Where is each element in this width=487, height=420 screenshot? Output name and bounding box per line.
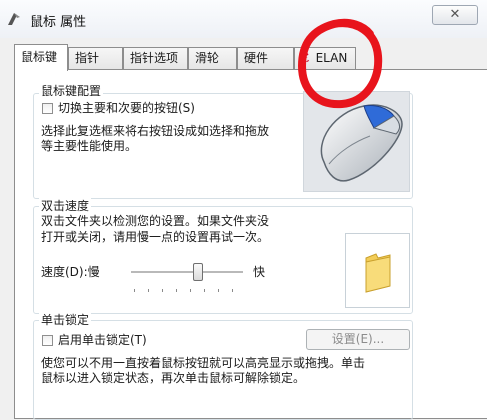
slider-tick xyxy=(148,289,149,292)
slider-tick xyxy=(176,289,177,292)
button-config-title: 鼠标键配置 xyxy=(39,82,104,99)
tab-label: 硬件 xyxy=(244,51,269,65)
click-lock-checkbox[interactable] xyxy=(42,335,53,346)
tab-pointer-options[interactable]: 指针选项 xyxy=(123,47,188,69)
tab-label: ELAN xyxy=(315,51,348,65)
folder-icon[interactable] xyxy=(346,234,409,307)
double-click-title: 双击速度 xyxy=(39,197,92,214)
speed-slider-track[interactable] xyxy=(131,271,243,274)
slider-tick xyxy=(162,289,163,292)
click-lock-settings-button[interactable]: 设置(E)... xyxy=(306,329,410,350)
settings-button-label: 设置(E)... xyxy=(331,332,385,346)
slider-tick xyxy=(218,289,219,292)
double-click-description-2: 打开或关闭，请用慢一点的设置再试一次。 xyxy=(41,230,270,244)
slider-tick xyxy=(134,289,135,292)
tab-wheel[interactable]: 滑轮 xyxy=(188,47,237,69)
tab-hardware[interactable]: 硬件 xyxy=(237,47,294,69)
click-lock-label[interactable]: 启用单击锁定(T) xyxy=(58,333,147,348)
click-lock-title: 单击锁定 xyxy=(39,311,92,328)
double-click-description-1: 双击文件夹以检测您的设置。如果文件夹没 xyxy=(41,214,270,228)
title-bar: 鼠标 属性 ✕ xyxy=(0,0,487,38)
slider-tick xyxy=(204,289,205,292)
button-config-description-1: 选择此复选框来将右按钮设成如选择和拖放 xyxy=(41,124,270,138)
test-folder-area[interactable] xyxy=(345,233,410,308)
switch-buttons-label[interactable]: 切换主要和次要的按钮(S) xyxy=(58,101,195,116)
fast-label: 快 xyxy=(253,265,266,279)
click-lock-description-1: 使您可以不用一直按着鼠标按钮就可以高亮显示或拖拽。单击 xyxy=(41,356,366,370)
tab-label: 鼠标键 xyxy=(21,50,58,64)
mouse-pointer-icon xyxy=(8,13,20,25)
elan-logo-icon: ℰ xyxy=(301,51,310,65)
tab-label: 滑轮 xyxy=(195,51,220,65)
tab-strip: 鼠标键 指针 指针选项 滑轮 硬件 ℰ ELAN xyxy=(0,44,487,71)
tab-label: 指针 xyxy=(75,51,100,65)
mouse-icon xyxy=(320,104,403,182)
speed-slider-thumb[interactable] xyxy=(193,263,203,281)
button-config-description-2: 等主要性能使用。 xyxy=(41,139,138,153)
click-lock-description-2: 鼠标以进入锁定状态，再次单击鼠标可解除锁定。 xyxy=(41,371,306,385)
mouse-image xyxy=(303,91,410,192)
close-icon: ✕ xyxy=(449,7,461,22)
tab-label: 指针选项 xyxy=(130,51,179,65)
speed-label: 速度(D):慢 xyxy=(41,265,100,279)
slider-tick xyxy=(232,289,233,292)
slider-tick xyxy=(190,289,191,292)
close-button[interactable]: ✕ xyxy=(432,5,478,25)
window-title: 鼠标 属性 xyxy=(30,15,87,30)
tab-buttons[interactable]: 鼠标键 xyxy=(14,44,68,71)
tab-elan[interactable]: ℰ ELAN xyxy=(294,47,356,69)
tab-pointers[interactable]: 指针 xyxy=(68,47,123,69)
switch-buttons-checkbox[interactable] xyxy=(42,103,53,114)
